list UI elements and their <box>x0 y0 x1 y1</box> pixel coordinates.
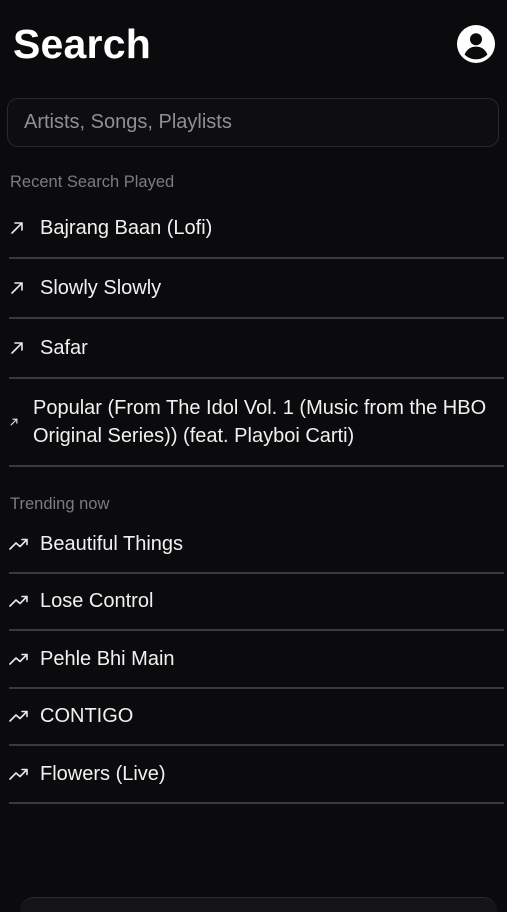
trending-section-title: Trending now <box>10 495 110 513</box>
recent-item[interactable]: Slowly Slowly <box>9 259 504 319</box>
page-title: Search <box>13 21 151 67</box>
trending-item-label: Lose Control <box>40 590 154 613</box>
trending-item[interactable]: Lose Control <box>9 574 504 631</box>
bottom-sheet-edge <box>20 897 497 912</box>
trending-item[interactable]: Beautiful Things <box>9 516 504 574</box>
header: Search <box>13 18 495 72</box>
recent-item-label: Safar <box>40 337 88 359</box>
recent-item[interactable]: Bajrang Baan (Lofi) <box>9 199 504 259</box>
trending-item[interactable]: CONTIGO <box>9 689 504 746</box>
recent-item[interactable]: Safar <box>9 319 504 379</box>
arrow-up-right-icon <box>10 281 32 295</box>
recent-search-list: Bajrang Baan (Lofi) Slowly Slowly Safar … <box>9 199 504 467</box>
arrow-up-right-icon <box>10 341 32 355</box>
trending-up-icon <box>9 537 31 551</box>
recent-item-label: Popular (From The Idol Vol. 1 (Music fro… <box>33 397 487 447</box>
trending-up-icon <box>9 709 31 723</box>
trending-item-label: Pehle Bhi Main <box>40 647 175 670</box>
trending-up-icon <box>9 767 31 781</box>
search-field[interactable] <box>7 98 499 147</box>
profile-button[interactable] <box>457 25 495 63</box>
trending-item-label: Flowers (Live) <box>40 762 166 785</box>
trending-item[interactable]: Flowers (Live) <box>9 746 504 804</box>
recent-item[interactable]: Popular (From The Idol Vol. 1 (Music fro… <box>9 379 504 467</box>
arrow-up-right-icon <box>10 418 24 426</box>
trending-up-icon <box>9 594 31 608</box>
recent-item-label: Slowly Slowly <box>40 277 162 299</box>
trending-item-label: Beautiful Things <box>40 532 184 555</box>
trending-item[interactable]: Pehle Bhi Main <box>9 631 504 689</box>
trending-up-icon <box>9 652 31 666</box>
account-circle-icon <box>457 25 495 63</box>
recent-item-label: Bajrang Baan (Lofi) <box>40 217 213 239</box>
arrow-up-right-icon <box>10 221 32 235</box>
search-input[interactable] <box>8 99 498 146</box>
trending-list: Beautiful Things Lose Control Pehle Bhi … <box>9 516 504 804</box>
recent-section-title: Recent Search Played <box>10 173 175 191</box>
trending-item-label: CONTIGO <box>40 705 134 728</box>
